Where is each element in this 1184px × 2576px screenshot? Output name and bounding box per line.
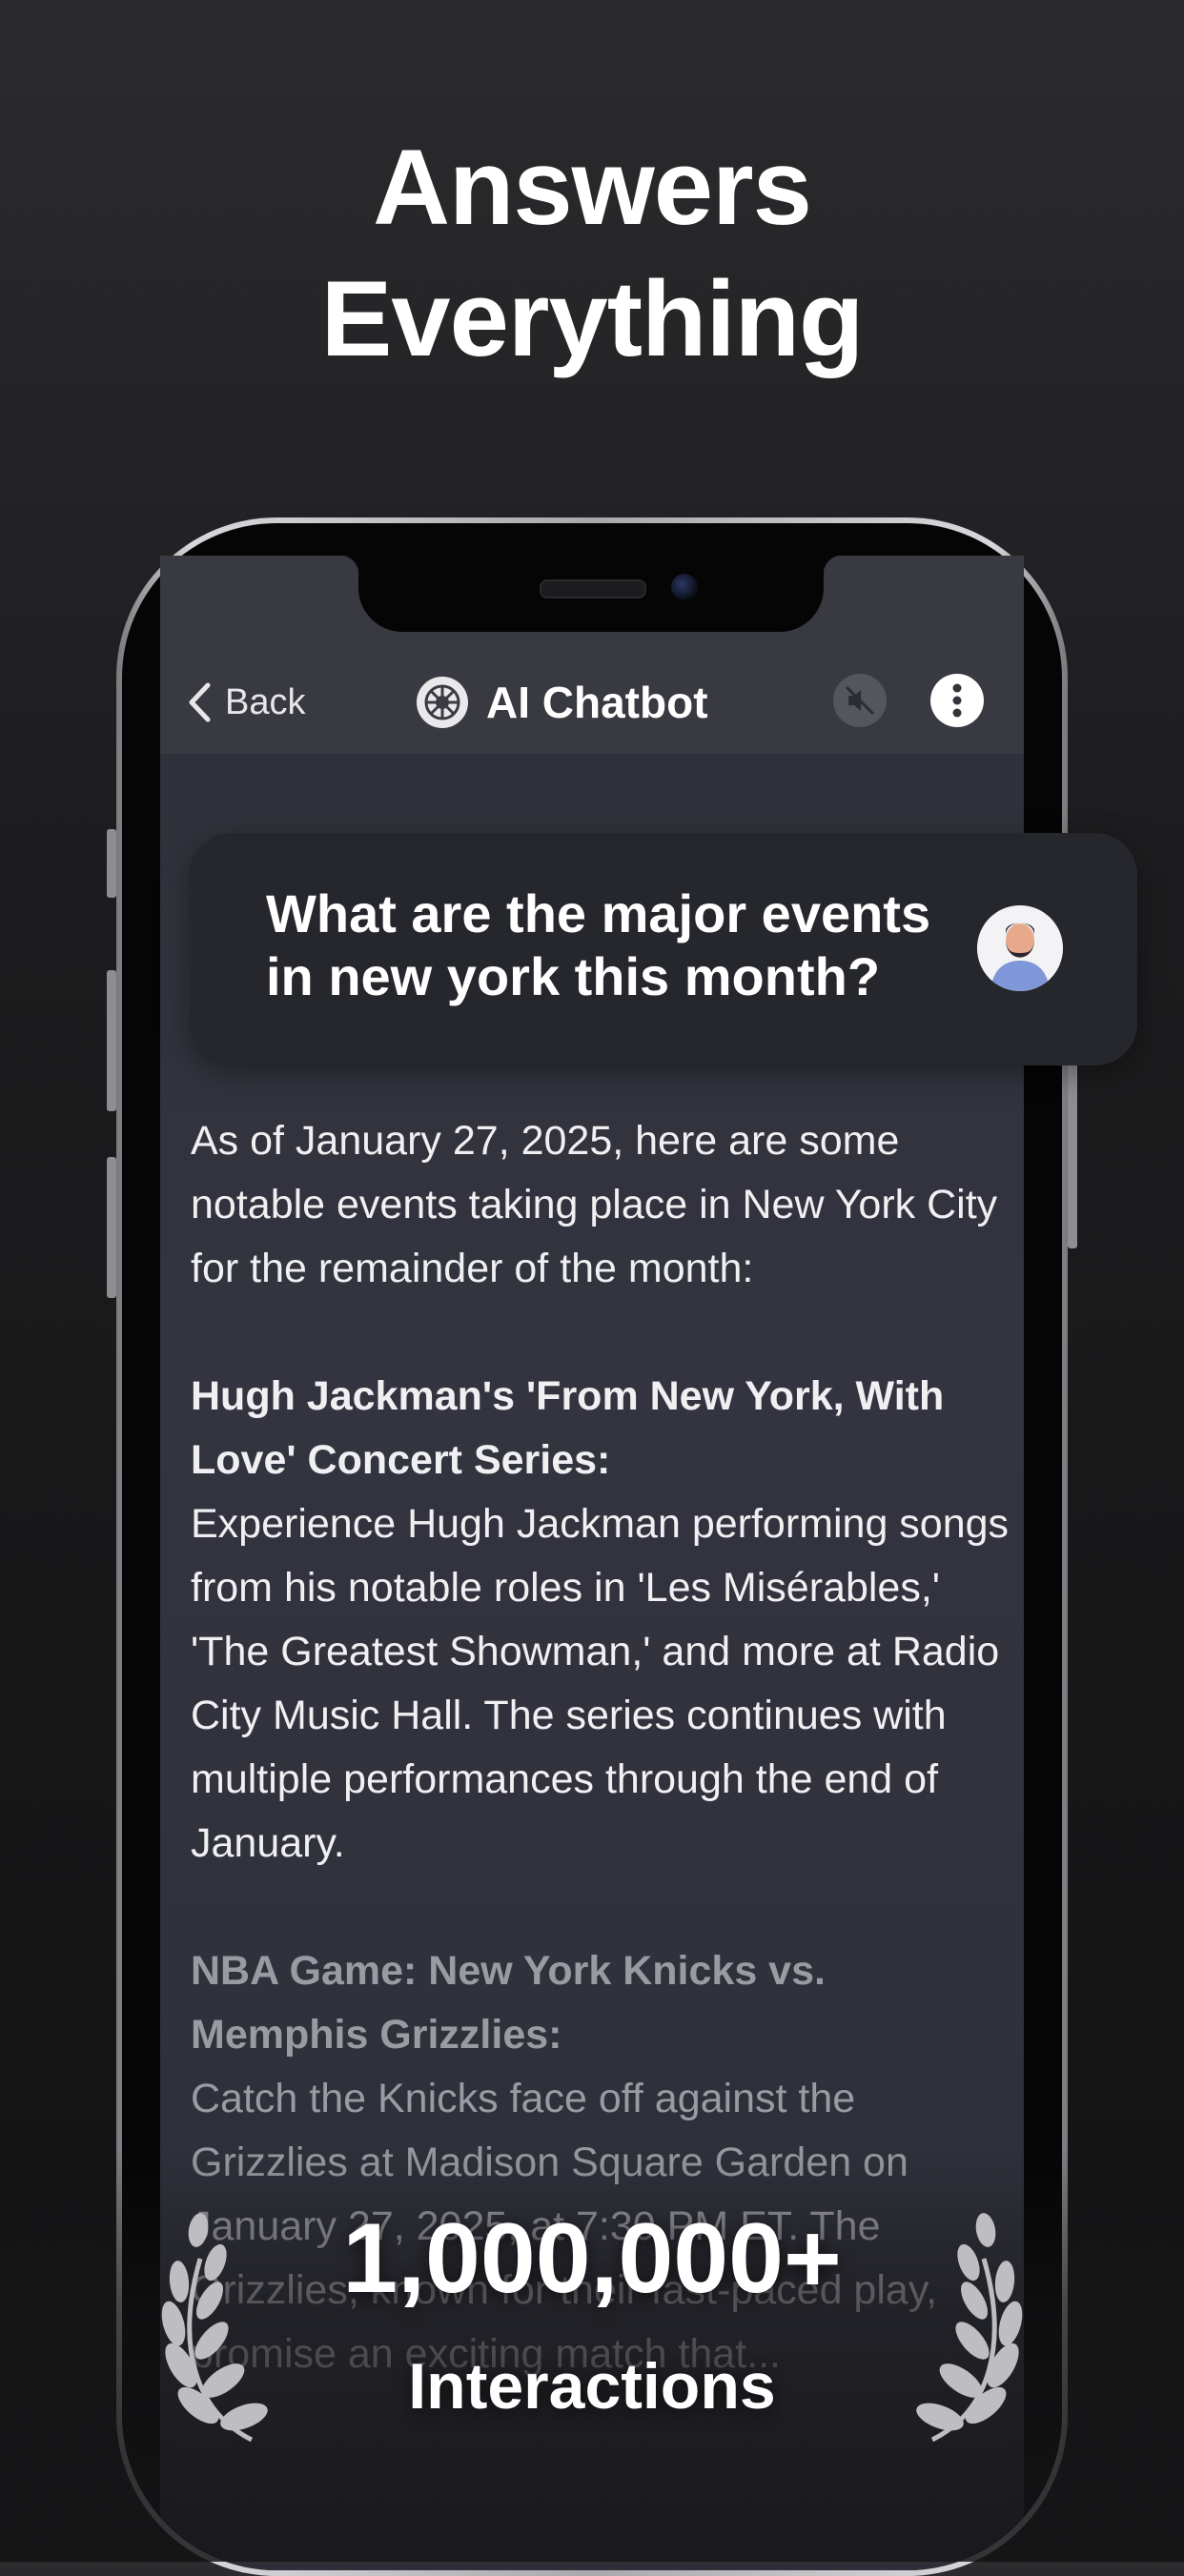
- earpiece-speaker: [540, 579, 646, 598]
- answer-item-heading: NBA Game: New York Knicks vs. Memphis Gr…: [191, 1948, 826, 2058]
- more-options-button[interactable]: [930, 674, 984, 727]
- volume-up-button: [107, 970, 116, 1111]
- answer-item-body: Experience Hugh Jackman performing songs…: [191, 1501, 1010, 1866]
- back-label: Back: [225, 681, 306, 722]
- interactions-count: 1,000,000+: [342, 2203, 842, 2314]
- answer-intro: As of January 27, 2025, here are some no…: [191, 1118, 998, 1291]
- volume-down-button: [107, 1157, 116, 1298]
- answer-item-heading: Hugh Jackman's 'From New York, With Love…: [191, 1373, 945, 1483]
- silent-switch: [107, 829, 116, 898]
- headline-line-1: Answers: [373, 128, 812, 247]
- mute-button[interactable]: [833, 674, 887, 727]
- chatbot-logo-icon: [417, 677, 468, 728]
- interactions-label: Interactions: [408, 2350, 776, 2423]
- headline-line-2: Everything: [320, 259, 865, 378]
- user-avatar: [977, 905, 1063, 991]
- user-message-text: What are the major events in new york th…: [266, 883, 931, 1006]
- user-message-bubble: What are the major events in new york th…: [190, 833, 1137, 1065]
- chat-title-text: AI Chatbot: [486, 678, 708, 727]
- user-avatar-icon: [977, 905, 1063, 991]
- speaker-muted-icon: [846, 686, 874, 715]
- back-button[interactable]: Back: [187, 678, 305, 727]
- front-camera: [671, 574, 698, 600]
- chat-title: AI Chatbot: [416, 674, 708, 731]
- headline: Answers Everything: [0, 122, 1184, 385]
- chevron-left-icon: [189, 682, 211, 722]
- more-vertical-icon: [952, 683, 962, 718]
